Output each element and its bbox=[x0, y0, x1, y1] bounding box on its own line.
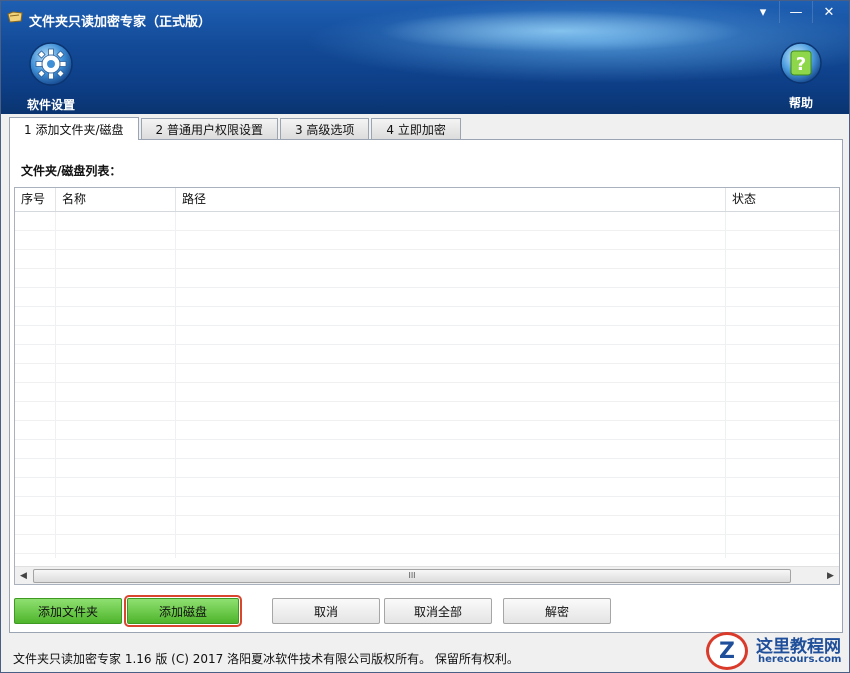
table-row[interactable] bbox=[15, 402, 839, 421]
column-header-name[interactable]: 名称 bbox=[56, 188, 176, 211]
table-row[interactable] bbox=[15, 478, 839, 497]
header-banner: 文件夹只读加密专家（正式版） ▾ — ✕ 软件设置 ? 帮助 bbox=[1, 1, 849, 114]
app-icon bbox=[7, 11, 23, 23]
tab-user-permissions[interactable]: 2 普通用户权限设置 bbox=[140, 118, 278, 139]
cancel-all-button[interactable]: 取消全部 bbox=[384, 598, 492, 624]
column-header-index[interactable]: 序号 bbox=[15, 188, 56, 211]
close-button[interactable]: ✕ bbox=[812, 1, 845, 23]
question-icon: ? bbox=[780, 42, 822, 84]
column-header-path[interactable]: 路径 bbox=[176, 188, 726, 211]
scroll-left-icon[interactable]: ◀ bbox=[15, 567, 32, 584]
settings-label: 软件设置 bbox=[26, 98, 75, 112]
tab-bar: 1 添加文件夹/磁盘 2 普通用户权限设置 3 高级选项 4 立即加密 bbox=[9, 117, 463, 140]
app-window: 文件夹只读加密专家（正式版） ▾ — ✕ 软件设置 ? 帮助 1 添加文件夹/磁… bbox=[0, 0, 850, 673]
table-row[interactable] bbox=[15, 345, 839, 364]
add-folder-button[interactable]: 添加文件夹 bbox=[14, 598, 122, 624]
settings-button[interactable]: 软件设置 bbox=[11, 41, 91, 113]
table-row[interactable] bbox=[15, 326, 839, 345]
scroll-thumb[interactable]: III bbox=[33, 569, 791, 583]
table-row[interactable] bbox=[15, 364, 839, 383]
help-button[interactable]: ? 帮助 bbox=[761, 41, 841, 111]
table-row[interactable] bbox=[15, 307, 839, 326]
watermark-url: herecours.com bbox=[758, 654, 842, 665]
status-bar-text: 文件夹只读加密专家 1.16 版 (C) 2017 洛阳夏冰软件技术有限公司版权… bbox=[13, 652, 519, 666]
scroll-right-icon[interactable]: ▶ bbox=[822, 567, 839, 584]
window-title: 文件夹只读加密专家（正式版） bbox=[29, 15, 212, 30]
table-row[interactable] bbox=[15, 516, 839, 535]
table-row[interactable] bbox=[15, 231, 839, 250]
svg-text:?: ? bbox=[796, 54, 806, 75]
tab-advanced-options[interactable]: 3 高级选项 bbox=[279, 118, 370, 139]
folder-disk-table[interactable]: 序号 名称 路径 状态 ◀ III ▶ bbox=[14, 187, 840, 585]
column-divider bbox=[725, 212, 726, 558]
table-row[interactable] bbox=[15, 421, 839, 440]
watermark-logo: Z bbox=[706, 632, 748, 670]
table-row[interactable] bbox=[15, 250, 839, 269]
gear-icon bbox=[29, 42, 73, 86]
minimize-button[interactable]: — bbox=[779, 1, 812, 23]
tab-add-folder-disk[interactable]: 1 添加文件夹/磁盘 bbox=[9, 117, 139, 140]
cancel-button[interactable]: 取消 bbox=[272, 598, 380, 624]
menu-dropdown-icon[interactable]: ▾ bbox=[747, 1, 779, 23]
column-divider bbox=[175, 212, 176, 558]
table-header: 序号 名称 路径 状态 bbox=[15, 188, 839, 212]
table-row[interactable] bbox=[15, 269, 839, 288]
table-row[interactable] bbox=[15, 383, 839, 402]
column-divider bbox=[55, 212, 56, 558]
table-row[interactable] bbox=[15, 212, 839, 231]
help-label: 帮助 bbox=[788, 96, 813, 110]
add-disk-button[interactable]: 添加磁盘 bbox=[124, 595, 242, 627]
table-row[interactable] bbox=[15, 459, 839, 478]
list-caption: 文件夹/磁盘列表： bbox=[21, 164, 122, 178]
table-body bbox=[15, 212, 839, 558]
column-header-status[interactable]: 状态 bbox=[726, 188, 839, 211]
table-row[interactable] bbox=[15, 288, 839, 307]
table-row[interactable] bbox=[15, 535, 839, 554]
table-row[interactable] bbox=[15, 497, 839, 516]
decrypt-button[interactable]: 解密 bbox=[503, 598, 611, 624]
horizontal-scrollbar[interactable]: ◀ III ▶ bbox=[15, 566, 839, 584]
window-controls: ▾ — ✕ bbox=[747, 1, 845, 23]
tab-panel: 文件夹/磁盘列表： 序号 名称 路径 状态 ◀ III ▶ 添加文件夹 添加磁盘… bbox=[9, 139, 843, 633]
table-row[interactable] bbox=[15, 440, 839, 459]
tab-encrypt-now[interactable]: 4 立即加密 bbox=[371, 118, 461, 139]
watermark: Z 这里教程网 herecours.com bbox=[706, 630, 848, 672]
